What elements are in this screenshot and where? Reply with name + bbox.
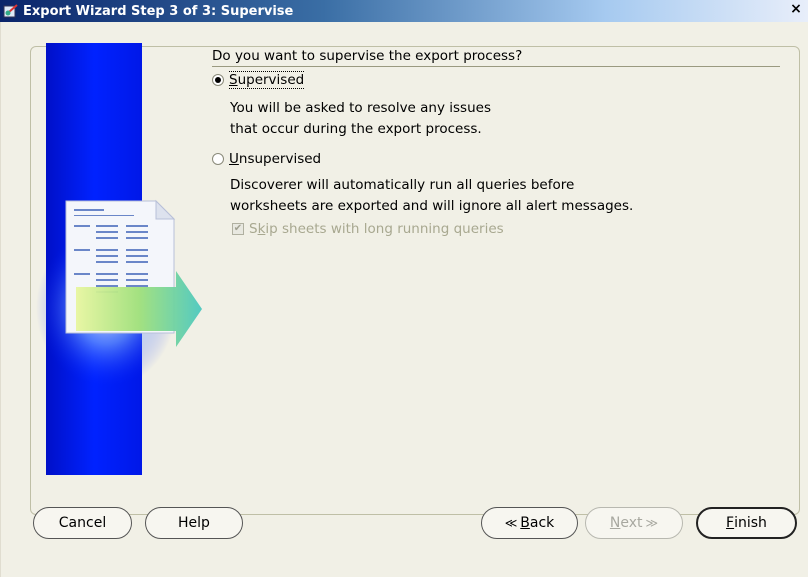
back-mnemonic: B xyxy=(520,515,530,531)
unsupervised-mnemonic: U xyxy=(229,151,239,167)
wizard-graphic xyxy=(36,43,202,475)
back-button[interactable]: ≪ Back xyxy=(481,507,578,539)
cancel-button[interactable]: Cancel xyxy=(33,507,132,539)
unsupervised-description: Discoverer will automatically run all qu… xyxy=(230,175,780,217)
next-label-rest: ext xyxy=(620,515,643,531)
wizard-content: Do you want to supervise the export proc… xyxy=(212,48,780,237)
finish-mnemonic: F xyxy=(726,515,735,531)
finish-label-rest: inish xyxy=(734,515,767,531)
skip-sheets-checkbox[interactable]: ✔ xyxy=(232,223,244,235)
radio-selected-dot xyxy=(215,77,221,83)
export-document-icon xyxy=(36,199,202,388)
unsupervised-option[interactable]: Unsupervised xyxy=(212,151,780,167)
supervised-mnemonic: S xyxy=(229,72,238,88)
supervised-radio[interactable] xyxy=(212,74,224,86)
app-icon xyxy=(3,3,19,19)
supervised-label-rest: upervised xyxy=(237,72,305,88)
chevron-right-icon: ≫ xyxy=(645,516,659,530)
supervised-label[interactable]: Supervised xyxy=(229,71,305,89)
supervised-description: You will be asked to resolve any issues … xyxy=(230,98,780,140)
unsupervised-label-rest: nsupervised xyxy=(238,151,322,167)
next-mnemonic: N xyxy=(609,515,621,531)
unsupervised-label[interactable]: Unsupervised xyxy=(229,151,321,167)
help-button[interactable]: Help xyxy=(145,507,243,539)
skip-sheets-checkbox-row[interactable]: ✔ Skip sheets with long running queries xyxy=(232,221,780,237)
unsupervised-desc-line: worksheets are exported and will ignore … xyxy=(230,198,634,214)
title-bar: Export Wizard Step 3 of 3: Supervise × xyxy=(0,0,808,22)
question-heading: Do you want to supervise the export proc… xyxy=(212,48,780,67)
unsupervised-radio[interactable] xyxy=(212,153,224,165)
close-button[interactable]: × xyxy=(787,2,805,19)
skip-sheets-label: Skip sheets with long running queries xyxy=(249,221,504,237)
window-title: Export Wizard Step 3 of 3: Supervise xyxy=(23,3,294,19)
supervised-desc-line: You will be asked to resolve any issues xyxy=(230,100,491,116)
supervised-option[interactable]: Supervised xyxy=(212,71,780,89)
unsupervised-desc-line: Discoverer will automatically run all qu… xyxy=(230,177,575,193)
next-button[interactable]: Next ≫ xyxy=(585,507,683,539)
supervised-desc-line: that occur during the export process. xyxy=(230,121,482,137)
back-label-rest: ack xyxy=(529,515,555,531)
chevron-left-icon: ≪ xyxy=(504,516,518,530)
finish-button[interactable]: Finish xyxy=(696,507,797,539)
